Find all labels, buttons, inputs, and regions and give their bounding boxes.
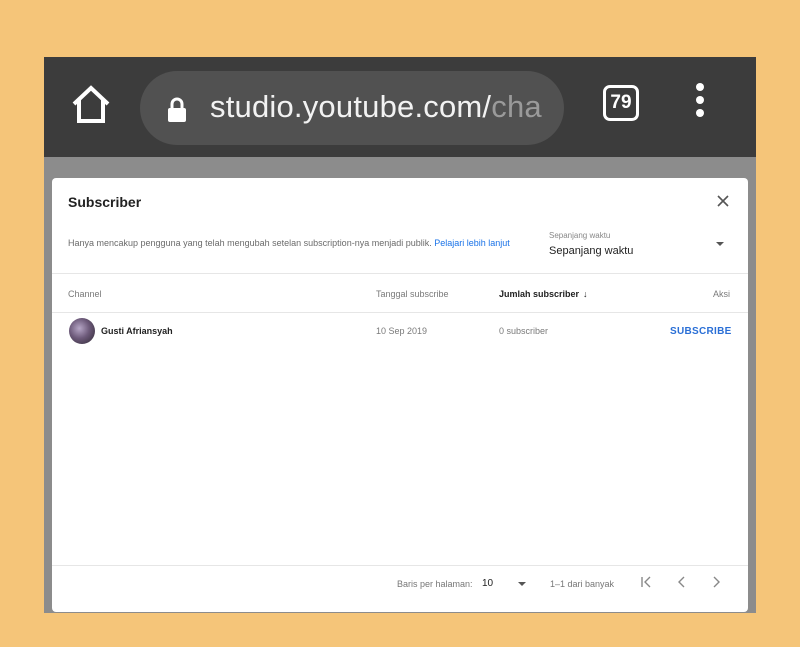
header-count-label: Jumlah subscriber xyxy=(499,289,580,299)
dropdown-caret-icon xyxy=(518,582,526,586)
url-faded: cha xyxy=(491,89,542,124)
info-description: Hanya mencakup pengguna yang telah mengu… xyxy=(68,238,432,248)
divider xyxy=(52,312,748,313)
header-date[interactable]: Tanggal subscribe xyxy=(376,289,449,299)
pagination-range: 1–1 dari banyak xyxy=(550,579,615,589)
next-page-icon[interactable] xyxy=(708,574,724,590)
home-icon[interactable] xyxy=(70,83,112,125)
more-options-icon[interactable] xyxy=(688,83,712,123)
header-action: Aksi xyxy=(713,289,731,299)
url-text: studio.youtube.com/cha xyxy=(210,89,542,125)
sort-down-icon: ↓ xyxy=(583,289,588,299)
dropdown-caret-icon xyxy=(716,242,724,246)
previous-page-icon[interactable] xyxy=(674,574,690,590)
divider xyxy=(52,273,748,274)
rows-per-page-value: 10 xyxy=(482,578,494,589)
close-icon[interactable] xyxy=(716,194,730,208)
avatar[interactable] xyxy=(69,318,95,344)
subscriber-dialog: Subscriber Hanya mencakup pengguna yang … xyxy=(52,178,748,612)
browser-toolbar: studio.youtube.com/cha 79 xyxy=(44,57,756,157)
header-count[interactable]: Jumlah subscriber ↓ xyxy=(499,289,588,299)
period-value: Sepanjang waktu xyxy=(549,245,634,257)
info-text: Hanya mencakup pengguna yang telah mengu… xyxy=(68,238,510,248)
rows-per-page-label: Baris per halaman: xyxy=(397,579,473,589)
subscriber-count: 0 subscriber xyxy=(499,326,549,336)
first-page-icon[interactable] xyxy=(638,574,654,590)
header-channel: Channel xyxy=(68,289,102,299)
channel-name[interactable]: Gusti Afriansyah xyxy=(101,326,173,336)
lock-icon xyxy=(168,97,186,122)
tab-switcher-button[interactable]: 79 xyxy=(603,85,639,121)
subscribe-button[interactable]: SUBSCRIBE xyxy=(670,326,732,337)
url-main: studio.youtube.com/ xyxy=(210,89,492,124)
phone-screen: studio.youtube.com/cha 79 Subscriber Han… xyxy=(44,57,756,613)
learn-more-link[interactable]: Pelajari lebih lanjut xyxy=(434,238,510,248)
subscribe-date: 10 Sep 2019 xyxy=(376,326,428,336)
dialog-title: Subscriber xyxy=(68,194,142,210)
period-label: Sepanjang waktu xyxy=(549,231,611,240)
address-bar[interactable]: studio.youtube.com/cha xyxy=(140,71,564,145)
divider xyxy=(52,565,748,566)
